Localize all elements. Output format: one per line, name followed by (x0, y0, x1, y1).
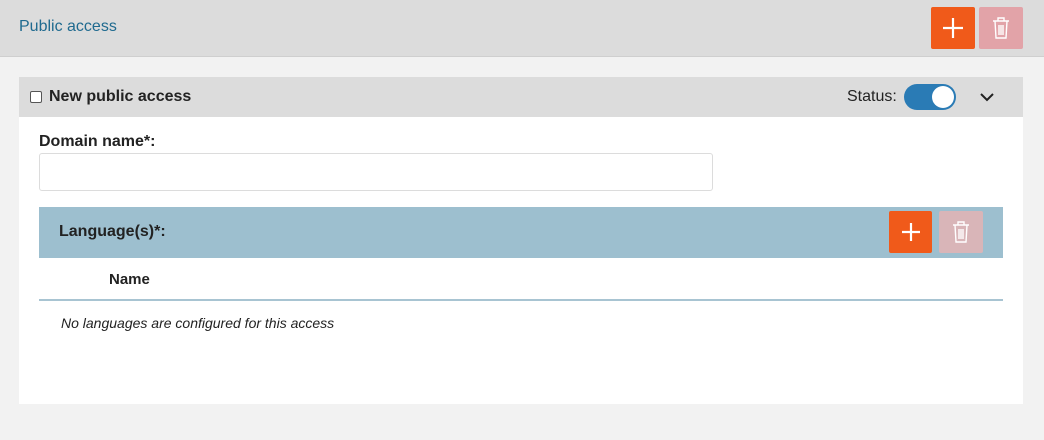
domain-name-label: Domain name*: (39, 133, 156, 150)
delete-public-access-button[interactable] (979, 7, 1023, 49)
toggle-knob (932, 86, 954, 108)
panel-title: New public access (49, 88, 192, 105)
empty-languages-message: No languages are configured for this acc… (61, 315, 335, 331)
public-access-panel: New public access Status: Domain name*: … (19, 77, 1023, 404)
plus-icon (943, 18, 963, 38)
header-divider (39, 299, 1003, 301)
languages-title: Language(s)*: (59, 223, 166, 240)
delete-language-button[interactable] (939, 211, 983, 253)
add-language-button[interactable] (889, 211, 932, 253)
topbar: Public access (0, 0, 1044, 57)
trash-icon (953, 221, 969, 243)
select-checkbox[interactable] (30, 91, 42, 103)
trash-icon (993, 17, 1009, 39)
status-toggle[interactable] (904, 84, 956, 110)
plus-icon (901, 223, 920, 241)
name-column-header[interactable]: Name (109, 271, 150, 288)
panel-header[interactable]: New public access Status: (19, 77, 1023, 117)
page-title[interactable]: Public access (19, 18, 117, 36)
status-label: Status: (847, 88, 897, 105)
add-public-access-button[interactable] (931, 7, 975, 49)
chevron-down-icon[interactable] (977, 89, 997, 105)
domain-name-input[interactable] (39, 153, 713, 191)
languages-header: Language(s)*: (39, 207, 1003, 258)
